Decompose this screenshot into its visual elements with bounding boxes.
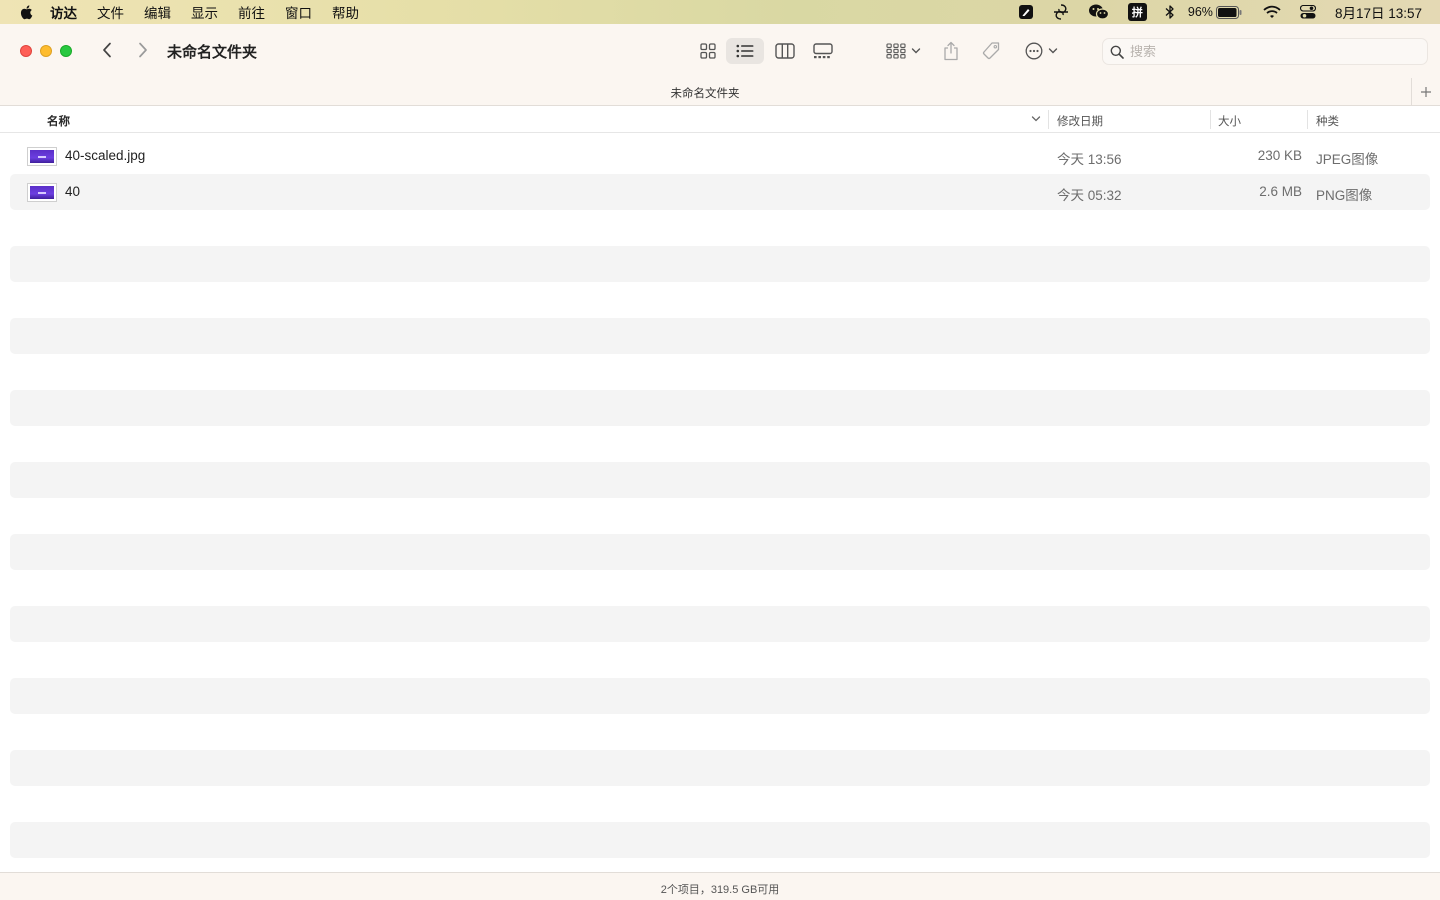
file-name: 40 <box>65 184 81 199</box>
table-row[interactable]: 40-scaled.jpg 今天 13:56 230 KB JPEG图像 <box>10 138 1430 174</box>
empty-row <box>10 822 1430 858</box>
file-date: 今天 05:32 <box>1057 188 1122 203</box>
menubar-clock[interactable]: 8月17日 13:57 <box>1335 2 1422 22</box>
bluetooth-icon[interactable] <box>1165 4 1175 20</box>
file-list: 40-scaled.jpg 今天 13:56 230 KB JPEG图像 40 … <box>10 138 1430 858</box>
share-icon <box>944 41 958 61</box>
empty-row <box>10 354 1430 390</box>
empty-row <box>10 534 1430 570</box>
toolbar: 未命名文件夹 <box>0 24 1440 78</box>
battery-icon[interactable] <box>1215 5 1242 19</box>
empty-row <box>10 642 1430 678</box>
chevron-left-icon <box>103 42 111 58</box>
group-grid-icon <box>885 43 906 59</box>
empty-row <box>10 282 1430 318</box>
forward-button[interactable] <box>133 40 153 60</box>
input-method-label: 拼 <box>1127 3 1147 21</box>
file-date: 今天 13:56 <box>1057 152 1122 167</box>
window-title: 未命名文件夹 <box>167 44 258 61</box>
menu-bar: 访达 文件 编辑 显示 前往 窗口 帮助 拼 96% 8月17日 13:57 <box>0 0 1440 24</box>
menu-window[interactable]: 窗口 <box>285 2 312 22</box>
empty-row <box>10 426 1430 462</box>
status-bar: 2个项目，319.5 GB可用 <box>0 872 1440 900</box>
ellipsis-circle-icon <box>1025 42 1042 60</box>
menu-file[interactable]: 文件 <box>97 2 124 22</box>
menu-go[interactable]: 前往 <box>238 2 265 22</box>
apple-logo-icon[interactable] <box>18 3 36 21</box>
group-by-button[interactable] <box>882 38 924 64</box>
file-name: 40-scaled.jpg <box>65 148 146 163</box>
file-size: 230 KB <box>1257 148 1302 163</box>
empty-row <box>10 678 1430 714</box>
empty-row <box>10 246 1430 282</box>
chevron-down-icon <box>911 48 920 54</box>
share-button[interactable] <box>938 38 964 64</box>
table-row[interactable]: 40 今天 05:32 2.6 MB PNG图像 <box>10 174 1430 210</box>
column-divider[interactable] <box>1048 110 1049 129</box>
icon-view-button[interactable] <box>694 38 722 64</box>
search-input[interactable] <box>1130 44 1410 59</box>
chevron-down-icon <box>1048 48 1057 54</box>
column-kind-header[interactable]: 种类 <box>1316 113 1339 129</box>
minimize-button[interactable] <box>40 45 52 57</box>
file-kind: PNG图像 <box>1316 188 1373 203</box>
column-view-button[interactable] <box>770 38 800 64</box>
column-header: 名称 修改日期 大小 种类 <box>0 106 1440 133</box>
menu-edit[interactable]: 编辑 <box>144 2 171 22</box>
gallery-view-button[interactable] <box>808 38 838 64</box>
empty-row <box>10 714 1430 750</box>
columns-icon <box>775 43 795 59</box>
image-thumbnail-icon <box>27 147 57 166</box>
search-icon <box>1110 45 1124 59</box>
empty-row <box>10 210 1430 246</box>
input-method-icon[interactable]: 拼 <box>1127 3 1147 21</box>
column-divider[interactable] <box>1307 110 1308 129</box>
wifi-icon[interactable] <box>1263 5 1281 19</box>
list-view-button[interactable] <box>726 38 764 64</box>
chevron-right-icon <box>139 42 147 58</box>
empty-row <box>10 606 1430 642</box>
more-actions-button[interactable] <box>1020 38 1062 64</box>
column-divider[interactable] <box>1210 110 1211 129</box>
battery-percent: 96% <box>1187 5 1213 19</box>
column-size-header[interactable]: 大小 <box>1218 113 1241 129</box>
wechat-icon[interactable] <box>1088 3 1110 21</box>
grid-icon <box>700 43 716 59</box>
sort-chevron-down-icon[interactable] <box>1031 115 1041 123</box>
file-kind: JPEG图像 <box>1316 152 1379 167</box>
note-app-icon[interactable] <box>1018 4 1034 20</box>
swirl-app-icon[interactable] <box>1052 3 1070 21</box>
column-name-header[interactable]: 名称 <box>47 113 70 129</box>
maximize-button[interactable] <box>60 45 72 57</box>
back-button[interactable] <box>97 40 117 60</box>
close-button[interactable] <box>20 45 32 57</box>
image-thumbnail-icon <box>27 183 57 202</box>
empty-row <box>10 498 1430 534</box>
menu-view[interactable]: 显示 <box>191 2 218 22</box>
list-icon <box>736 44 754 58</box>
control-center-icon[interactable] <box>1299 5 1316 19</box>
status-text: 2个项目，319.5 GB可用 <box>660 884 780 896</box>
finder-window: 未命名文件夹 搜索 未命名文件夹 名称 修改日期 大小 种类 40-scaled… <box>0 24 1440 900</box>
file-size: 2.6 MB <box>1259 184 1302 199</box>
new-tab-button[interactable] <box>1411 78 1440 105</box>
empty-row <box>10 462 1430 498</box>
tab-bar: 未命名文件夹 <box>0 78 1440 106</box>
gallery-icon <box>813 43 833 59</box>
tag-icon <box>982 42 1000 60</box>
search-field[interactable] <box>1102 38 1428 65</box>
empty-row <box>10 318 1430 354</box>
empty-row <box>10 390 1430 426</box>
empty-row <box>10 750 1430 786</box>
column-date-header[interactable]: 修改日期 <box>1057 113 1103 129</box>
menu-finder[interactable]: 访达 <box>50 2 77 22</box>
menu-help[interactable]: 帮助 <box>332 2 359 22</box>
empty-row <box>10 570 1430 606</box>
empty-row <box>10 786 1430 822</box>
plus-icon <box>1421 86 1431 97</box>
tab-title[interactable]: 未命名文件夹 <box>0 85 1410 101</box>
tag-button[interactable] <box>978 38 1004 64</box>
